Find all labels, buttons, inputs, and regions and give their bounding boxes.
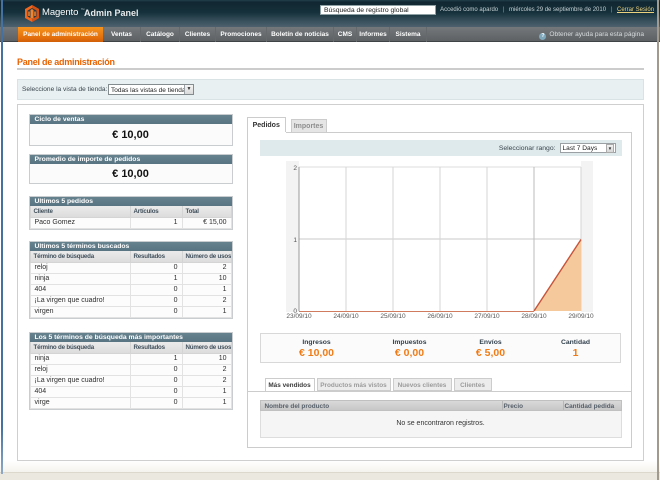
svg-text:2: 2	[293, 165, 297, 172]
svg-text:27/09/10: 27/09/10	[474, 313, 500, 320]
svg-text:23/09/10: 23/09/10	[286, 313, 312, 320]
svg-text:26/09/10: 26/09/10	[427, 313, 453, 320]
svg-text:29/09/10: 29/09/10	[568, 313, 594, 320]
svg-text:1: 1	[293, 237, 297, 244]
svg-text:28/09/10: 28/09/10	[521, 313, 547, 320]
svg-text:24/09/10: 24/09/10	[333, 313, 359, 320]
svg-text:25/09/10: 25/09/10	[380, 313, 406, 320]
